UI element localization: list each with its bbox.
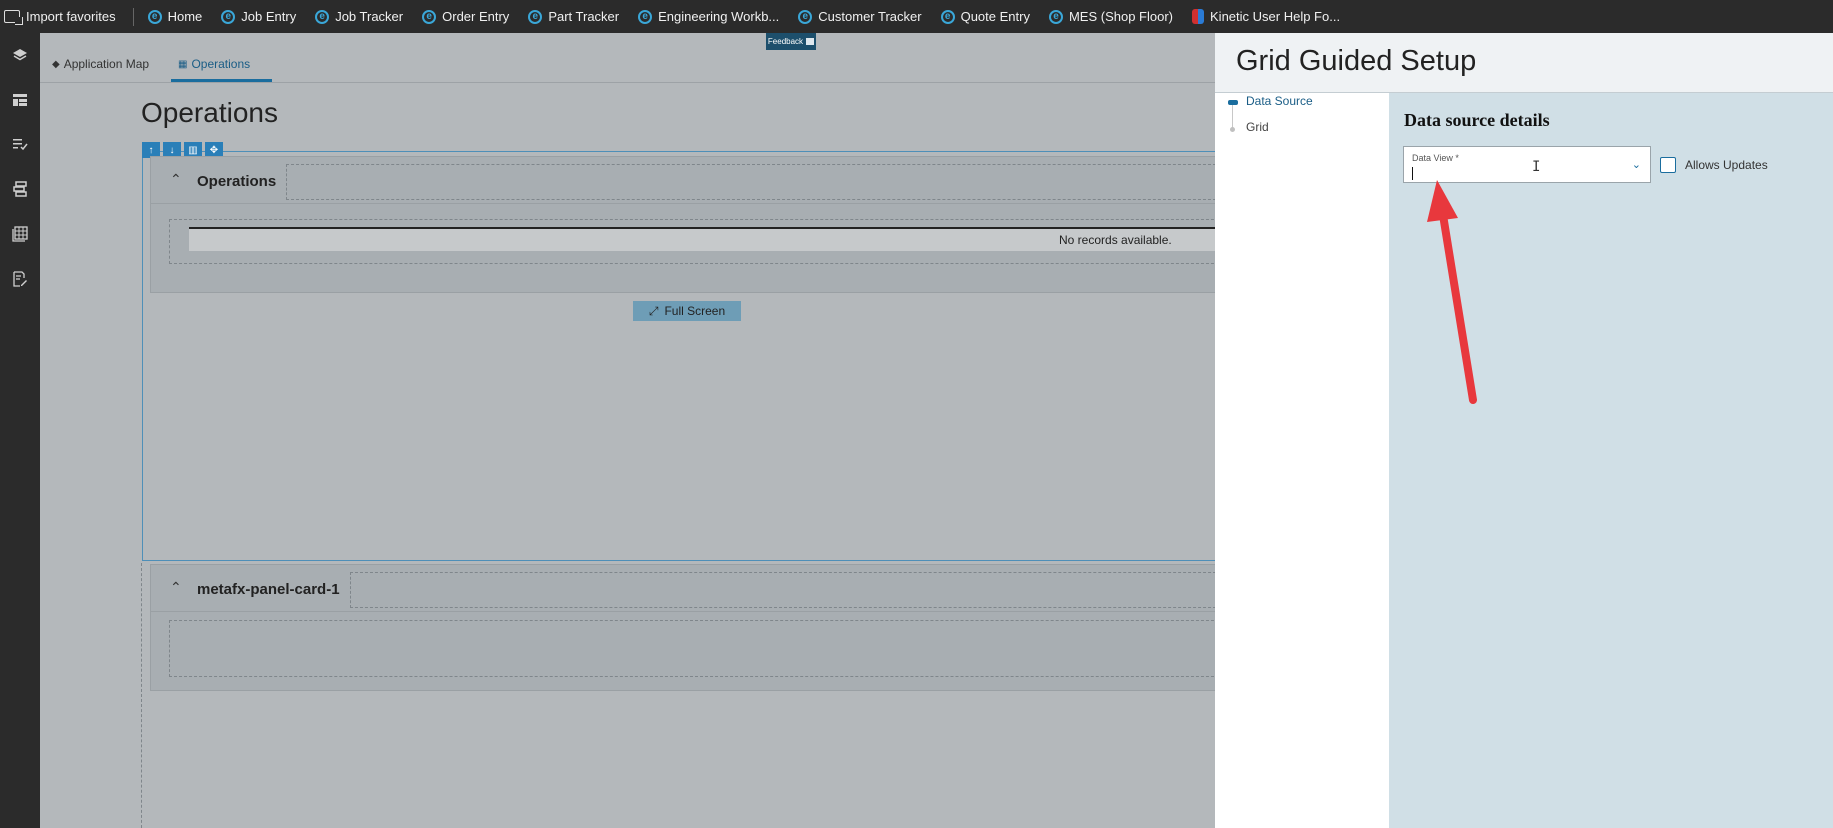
layers-icon[interactable] bbox=[10, 45, 30, 65]
edge-e-icon: e bbox=[798, 9, 813, 24]
feedback-label: Feedback bbox=[767, 37, 804, 46]
main-canvas: ◆ Application Map ▦ Operations Feedback … bbox=[40, 33, 1215, 828]
help-icon bbox=[1192, 9, 1205, 24]
grid-guided-setup-panel: Grid Guided Setup Data Source Grid Data … bbox=[1215, 33, 1833, 828]
card-title: metafx-panel-card-1 bbox=[197, 581, 340, 598]
favorite-label: Home bbox=[167, 9, 203, 24]
active-step-indicator bbox=[1228, 100, 1238, 105]
favorite-label: Order Entry bbox=[442, 9, 510, 24]
favorite-label: Customer Tracker bbox=[818, 9, 922, 24]
page-title: Operations bbox=[141, 97, 278, 128]
edge-e-icon: e bbox=[1048, 9, 1063, 24]
favorite-engineering-workbench[interactable]: e Engineering Workb... bbox=[638, 9, 779, 24]
favorite-import[interactable]: Import favorites bbox=[4, 9, 116, 25]
favorite-label: Import favorites bbox=[26, 9, 116, 24]
full-screen-button[interactable]: ⤢ Full Screen bbox=[633, 301, 741, 321]
favorites-separator bbox=[132, 7, 134, 26]
layout-icon[interactable] bbox=[10, 90, 30, 110]
import-icon bbox=[4, 10, 23, 25]
header-drop-zone bbox=[350, 572, 1215, 608]
favorite-kinetic-help[interactable]: Kinetic User Help Fo... bbox=[1192, 9, 1340, 24]
tab-operations[interactable]: ▦ Operations bbox=[178, 57, 250, 71]
tab-label: Application Map bbox=[63, 57, 150, 71]
step-connector bbox=[1232, 102, 1233, 130]
edge-e-icon: e bbox=[315, 9, 330, 24]
text-caret bbox=[1412, 167, 1413, 180]
left-rail bbox=[0, 33, 40, 828]
card-header: ⌃ Operations bbox=[151, 157, 1215, 204]
section-title: Data source details bbox=[1404, 110, 1550, 130]
active-tab-indicator bbox=[171, 79, 272, 82]
favorite-label: Job Tracker bbox=[335, 9, 404, 24]
grid-drop-zone: No records available. bbox=[169, 219, 1215, 264]
step-data-source[interactable]: Data Source bbox=[1246, 94, 1313, 108]
data-view-label: Data View * bbox=[1412, 153, 1459, 163]
operations-card: ⌃ Operations No records available. bbox=[150, 156, 1215, 293]
container-drop-outline bbox=[141, 563, 142, 828]
edge-e-icon: e bbox=[940, 9, 955, 24]
panel-title: Grid Guided Setup bbox=[1236, 45, 1477, 77]
grid-body: No records available. bbox=[189, 227, 1215, 251]
content-drop-zone bbox=[169, 620, 1215, 677]
collapse-chevron-icon[interactable]: ⌃ bbox=[170, 171, 182, 188]
favorite-job-tracker[interactable]: e Job Tracker bbox=[315, 9, 403, 24]
allows-updates-checkbox[interactable] bbox=[1660, 157, 1676, 173]
layers-icon: ◆ bbox=[52, 58, 60, 70]
favorite-label: Part Tracker bbox=[548, 9, 620, 24]
favorites-bar: Import favorites e Home e Job Entry e Jo… bbox=[0, 0, 1833, 33]
table-icon[interactable] bbox=[10, 224, 30, 244]
feedback-flag-icon bbox=[806, 38, 815, 45]
favorite-quote-entry[interactable]: e Quote Entry bbox=[940, 9, 1030, 24]
data-view-combobox[interactable]: Data View * I ⌄ bbox=[1403, 146, 1651, 183]
favorite-order-entry[interactable]: e Order Entry bbox=[422, 9, 509, 24]
edit-document-icon[interactable] bbox=[10, 269, 30, 289]
favorite-label: Job Entry bbox=[241, 9, 297, 24]
edge-e-icon: e bbox=[147, 9, 162, 24]
full-screen-label: Full Screen bbox=[664, 304, 726, 318]
text-cursor-icon: I bbox=[1532, 159, 1541, 175]
collapse-chevron-icon[interactable]: ⌃ bbox=[170, 579, 182, 596]
tab-application-map[interactable]: ◆ Application Map bbox=[52, 57, 149, 71]
favorite-part-tracker[interactable]: e Part Tracker bbox=[528, 9, 619, 24]
tab-label: Operations bbox=[191, 57, 251, 71]
edge-e-icon: e bbox=[638, 9, 653, 24]
setup-steps: Data Source Grid bbox=[1215, 93, 1389, 828]
step-dot bbox=[1230, 127, 1235, 132]
empty-grid-message: No records available. bbox=[1059, 233, 1172, 247]
workflow-icon[interactable] bbox=[10, 179, 30, 199]
checklist-icon[interactable] bbox=[10, 134, 30, 154]
favorite-job-entry[interactable]: e Job Entry bbox=[221, 9, 296, 24]
favorite-home[interactable]: e Home bbox=[147, 9, 203, 24]
chevron-down-icon[interactable]: ⌄ bbox=[1632, 158, 1641, 171]
setup-content: Data source details Data View * I ⌄ Allo… bbox=[1389, 93, 1833, 828]
page-tabs: ◆ Application Map ▦ Operations bbox=[40, 33, 1215, 83]
edge-e-icon: e bbox=[221, 9, 236, 24]
card-title: Operations bbox=[197, 173, 277, 190]
favorite-label: Quote Entry bbox=[960, 9, 1030, 24]
favorite-customer-tracker[interactable]: e Customer Tracker bbox=[798, 9, 922, 24]
edge-e-icon: e bbox=[528, 9, 543, 24]
header-drop-zone bbox=[286, 164, 1215, 200]
panel-header: Grid Guided Setup bbox=[1215, 33, 1833, 93]
grid-icon: ▦ bbox=[178, 58, 188, 70]
allows-updates-label: Allows Updates bbox=[1685, 158, 1768, 172]
expand-icon: ⤢ bbox=[648, 303, 659, 318]
favorite-label: MES (Shop Floor) bbox=[1068, 9, 1174, 24]
card-header: ⌃ metafx-panel-card-1 bbox=[151, 565, 1215, 612]
favorite-label: Engineering Workb... bbox=[658, 9, 780, 24]
favorite-mes[interactable]: e MES (Shop Floor) bbox=[1048, 9, 1174, 24]
step-grid[interactable]: Grid bbox=[1246, 120, 1269, 134]
edge-e-icon: e bbox=[422, 9, 437, 24]
favorite-label: Kinetic User Help Fo... bbox=[1210, 9, 1341, 24]
panel-card-1: ⌃ metafx-panel-card-1 bbox=[150, 564, 1215, 691]
feedback-button[interactable]: Feedback bbox=[766, 33, 816, 50]
